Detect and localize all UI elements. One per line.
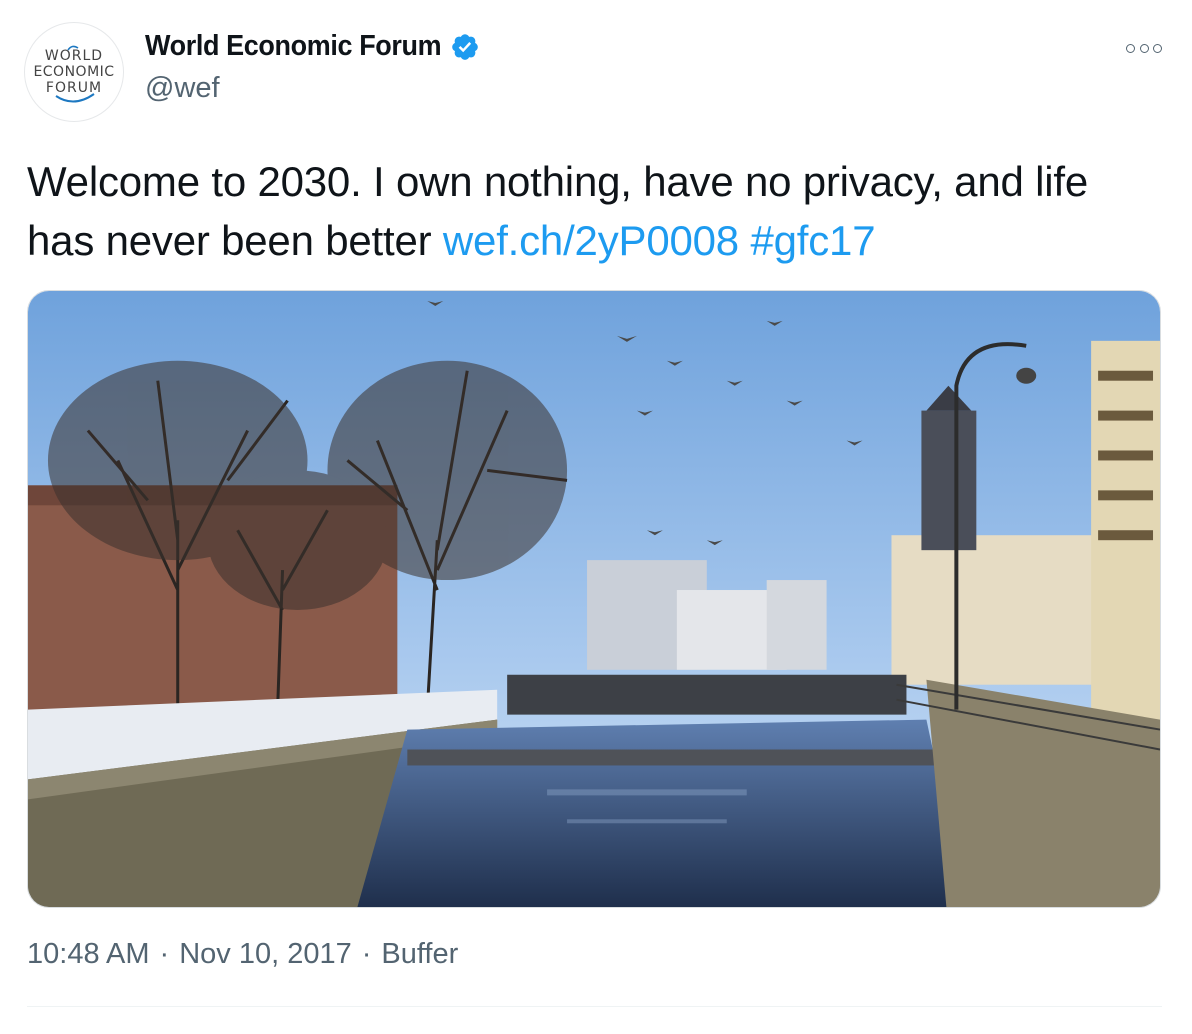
tweet-date[interactable]: Nov 10, 2017: [179, 938, 352, 971]
author-name-row[interactable]: World Economic Forum: [145, 30, 480, 63]
tweet-meta: 10:48 AM · Nov 10, 2017 · Buffer: [27, 938, 458, 971]
hashtag-link[interactable]: #gfc17: [750, 217, 875, 264]
tweet-link[interactable]: wef.ch/2yP0008: [443, 217, 739, 264]
tweet-source[interactable]: Buffer: [381, 938, 458, 971]
wef-logo-icon: WORLD ECONOMIC FORUM: [33, 45, 114, 103]
canal-city-photo: [28, 291, 1160, 907]
logo-line-2: ECONOMIC: [33, 64, 114, 80]
handle[interactable]: @wef: [145, 72, 220, 105]
avatar[interactable]: WORLD ECONOMIC FORUM: [24, 22, 124, 122]
logo-line-1: WORLD: [45, 48, 103, 64]
verified-badge-icon: [451, 33, 478, 60]
tweet-time[interactable]: 10:48 AM: [27, 938, 150, 971]
display-name[interactable]: World Economic Forum: [145, 30, 442, 63]
meta-separator: ·: [159, 938, 170, 970]
divider: [27, 1006, 1162, 1007]
more-options-icon[interactable]: [1126, 40, 1162, 56]
tweet-text: Welcome to 2030. I own nothing, have no …: [27, 152, 1157, 270]
meta-separator: ·: [361, 938, 372, 970]
tweet-photo[interactable]: [27, 290, 1161, 908]
tweet-card: WORLD ECONOMIC FORUM World Economic Foru…: [0, 0, 1192, 1034]
